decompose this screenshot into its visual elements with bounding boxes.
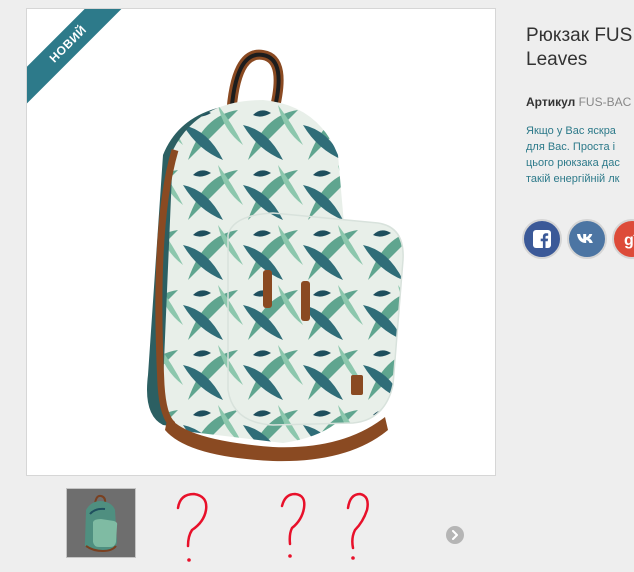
- product-title-line-1: Рюкзак FUS: [526, 25, 633, 46]
- vk-share-button[interactable]: [567, 219, 607, 259]
- sku-label: Артикул: [526, 95, 576, 109]
- chevron-right-icon: [452, 530, 458, 540]
- thumbnail-strip: [66, 488, 136, 558]
- description-line: такій енергійній лк: [526, 173, 620, 185]
- product-title: Рюкзак FUS Leaves: [526, 24, 634, 72]
- description-line: для Вас. Проста і: [526, 141, 616, 153]
- google-plus-icon: g +: [624, 231, 634, 249]
- google-plus-share-button[interactable]: g +: [612, 219, 634, 259]
- description-line: Якщо у Вас яскра: [526, 125, 616, 137]
- description-line: цього рюкзака дас: [526, 157, 620, 169]
- product-sku: Артикул FUS-BAC: [526, 95, 631, 109]
- product-main-image[interactable]: НОВИЙ: [26, 8, 496, 476]
- sku-value: FUS-BAC: [578, 95, 632, 109]
- thumbnail[interactable]: [66, 488, 136, 558]
- question-mark-annotation: [276, 490, 310, 567]
- question-mark-annotation: [172, 488, 212, 569]
- backpack-image: [147, 49, 404, 462]
- new-badge: НОВИЙ: [27, 9, 137, 119]
- product-description: Якщо у Вас яскра для Вас. Проста і цього…: [526, 123, 620, 187]
- backpack-thumbnail: [84, 494, 118, 552]
- facebook-icon: [533, 230, 551, 248]
- product-title-line-2: Leaves: [526, 49, 588, 70]
- facebook-share-button[interactable]: [522, 219, 562, 259]
- vk-icon: [577, 234, 593, 243]
- new-badge-label: НОВИЙ: [27, 9, 131, 107]
- gallery-next-button[interactable]: [446, 526, 464, 544]
- question-mark-annotation: [340, 490, 374, 567]
